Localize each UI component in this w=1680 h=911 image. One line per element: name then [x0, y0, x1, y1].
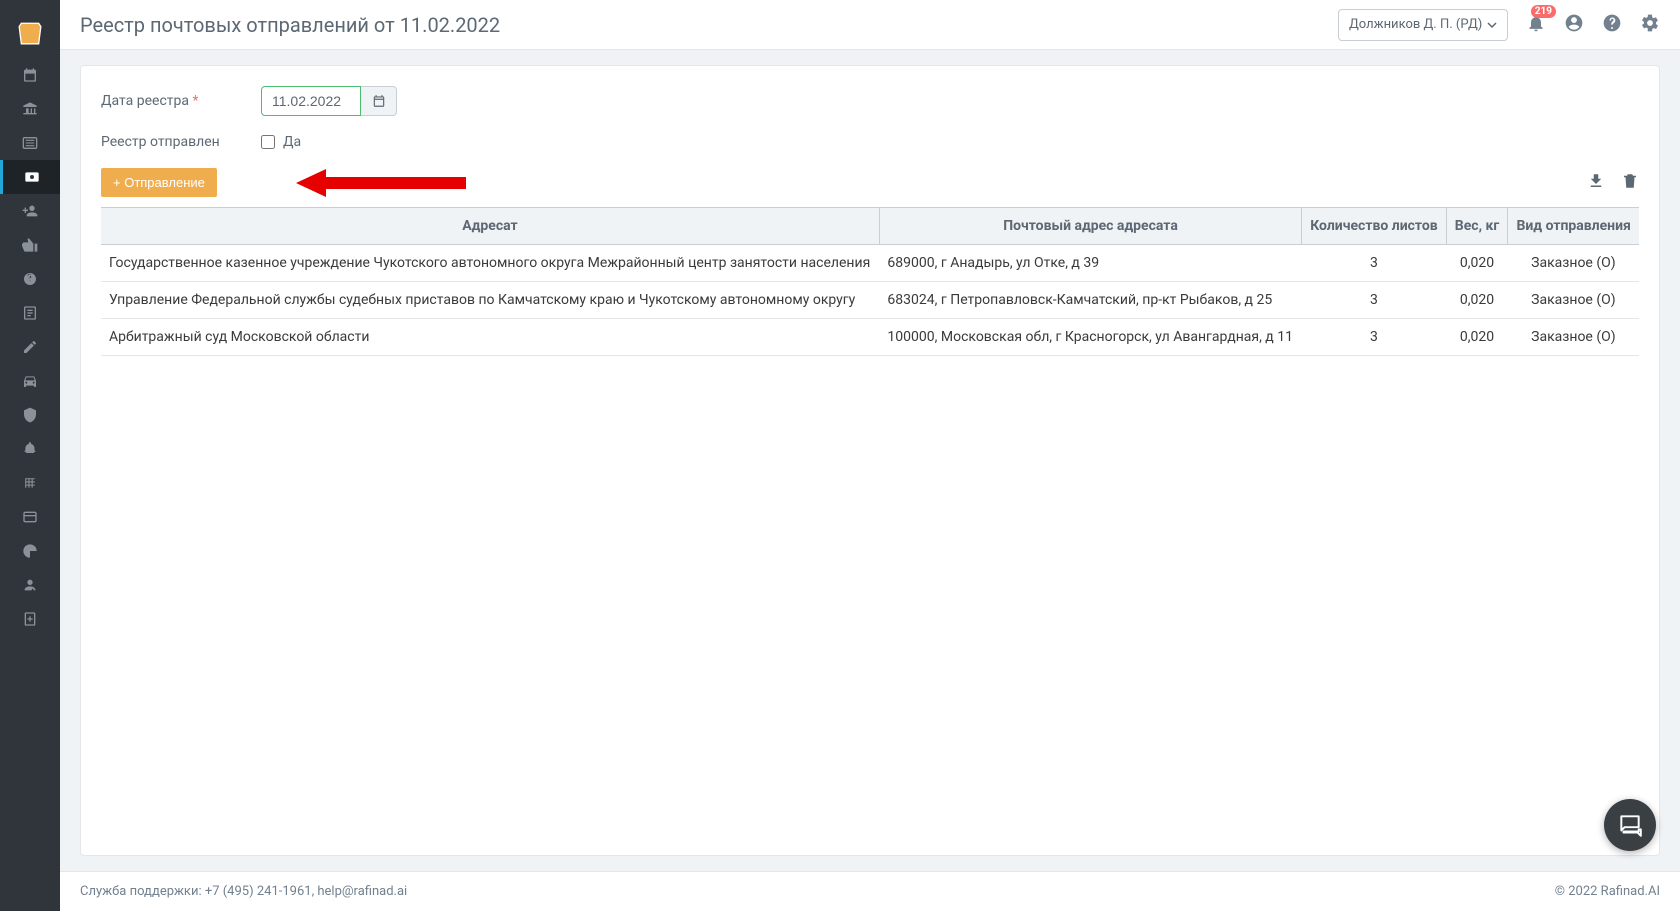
add-shipment-button[interactable]: + Отправление	[101, 168, 217, 197]
user-dropdown[interactable]: Должников Д. П. (РД)	[1338, 9, 1508, 41]
bell-icon[interactable]: 219	[1526, 13, 1546, 37]
cell-address: 683024, г Петропавловск-Камчатский, пр-к…	[879, 282, 1301, 319]
table-row[interactable]: Арбитражный суд Московской области100000…	[101, 319, 1639, 356]
page-title: Реестр почтовых отправлений от 11.02.202…	[80, 13, 1338, 37]
cell-weight: 0,020	[1446, 282, 1508, 319]
sidebar: $	[0, 0, 60, 911]
date-picker-button[interactable]	[361, 86, 397, 116]
sidebar-item-7[interactable]: $	[0, 262, 60, 296]
arrow-annotation	[296, 165, 466, 205]
footer: Служба поддержки: +7 (495) 241-1961, hel…	[60, 871, 1680, 911]
cell-type: Заказное (О)	[1508, 245, 1639, 282]
sent-checkbox[interactable]	[261, 135, 275, 149]
cell-type: Заказное (О)	[1508, 319, 1639, 356]
logo[interactable]	[0, 8, 60, 58]
notifications-badge: 219	[1531, 5, 1556, 18]
sidebar-item-13[interactable]	[0, 466, 60, 500]
main-card: Дата реестра * Реестр отправлен Да	[80, 65, 1660, 856]
sent-checkbox-label: Да	[283, 134, 301, 150]
sidebar-item-5[interactable]	[0, 194, 60, 228]
shipments-table: Адресат Почтовый адрес адресата Количест…	[101, 207, 1639, 356]
cell-sheets: 3	[1302, 319, 1447, 356]
cell-recipient: Управление Федеральной службы судебных п…	[101, 282, 879, 319]
download-icon[interactable]	[1587, 172, 1605, 194]
sidebar-item-17[interactable]	[0, 602, 60, 636]
table-row[interactable]: Государственное казенное учреждение Чуко…	[101, 245, 1639, 282]
sidebar-item-16[interactable]	[0, 568, 60, 602]
cell-recipient: Арбитражный суд Московской области	[101, 319, 879, 356]
th-address: Почтовый адрес адресата	[879, 208, 1301, 245]
date-label: Дата реестра *	[101, 93, 261, 109]
chat-button[interactable]	[1604, 799, 1656, 851]
cell-type: Заказное (О)	[1508, 282, 1639, 319]
cell-sheets: 3	[1302, 245, 1447, 282]
user-icon[interactable]	[1564, 13, 1584, 37]
calendar-icon	[372, 94, 386, 108]
th-type: Вид отправления	[1508, 208, 1639, 245]
sidebar-item-12[interactable]	[0, 432, 60, 466]
cell-weight: 0,020	[1446, 245, 1508, 282]
help-icon[interactable]	[1602, 13, 1622, 37]
sidebar-item-3[interactable]	[0, 126, 60, 160]
sidebar-item-1[interactable]	[0, 58, 60, 92]
th-weight: Вес, кг	[1446, 208, 1508, 245]
sidebar-item-15[interactable]	[0, 534, 60, 568]
sent-label: Реестр отправлен	[101, 134, 261, 150]
svg-text:$: $	[27, 272, 33, 285]
cell-weight: 0,020	[1446, 319, 1508, 356]
sidebar-item-active[interactable]	[0, 160, 60, 194]
sidebar-item-8[interactable]	[0, 296, 60, 330]
th-recipient: Адресат	[101, 208, 879, 245]
sidebar-item-10[interactable]	[0, 364, 60, 398]
date-input[interactable]	[261, 86, 361, 116]
sidebar-item-2[interactable]	[0, 92, 60, 126]
sidebar-item-6[interactable]	[0, 228, 60, 262]
topbar: Реестр почтовых отправлений от 11.02.202…	[60, 0, 1680, 50]
copyright-text: © 2022 Rafinad.AI	[1555, 884, 1660, 899]
sidebar-item-11[interactable]	[0, 398, 60, 432]
cell-recipient: Государственное казенное учреждение Чуко…	[101, 245, 879, 282]
cell-address: 689000, г Анадырь, ул Отке, д 39	[879, 245, 1301, 282]
cell-address: 100000, Московская обл, г Красногорск, у…	[879, 319, 1301, 356]
table-row[interactable]: Управление Федеральной службы судебных п…	[101, 282, 1639, 319]
support-text: Служба поддержки: +7 (495) 241-1961, hel…	[80, 884, 407, 899]
delete-icon[interactable]	[1621, 172, 1639, 194]
cell-sheets: 3	[1302, 282, 1447, 319]
sidebar-item-14[interactable]	[0, 500, 60, 534]
th-sheets: Количество листов	[1302, 208, 1447, 245]
sidebar-item-9[interactable]	[0, 330, 60, 364]
user-name: Должников Д. П. (РД)	[1349, 17, 1482, 32]
settings-icon[interactable]	[1640, 13, 1660, 37]
chevron-down-icon	[1487, 20, 1497, 30]
